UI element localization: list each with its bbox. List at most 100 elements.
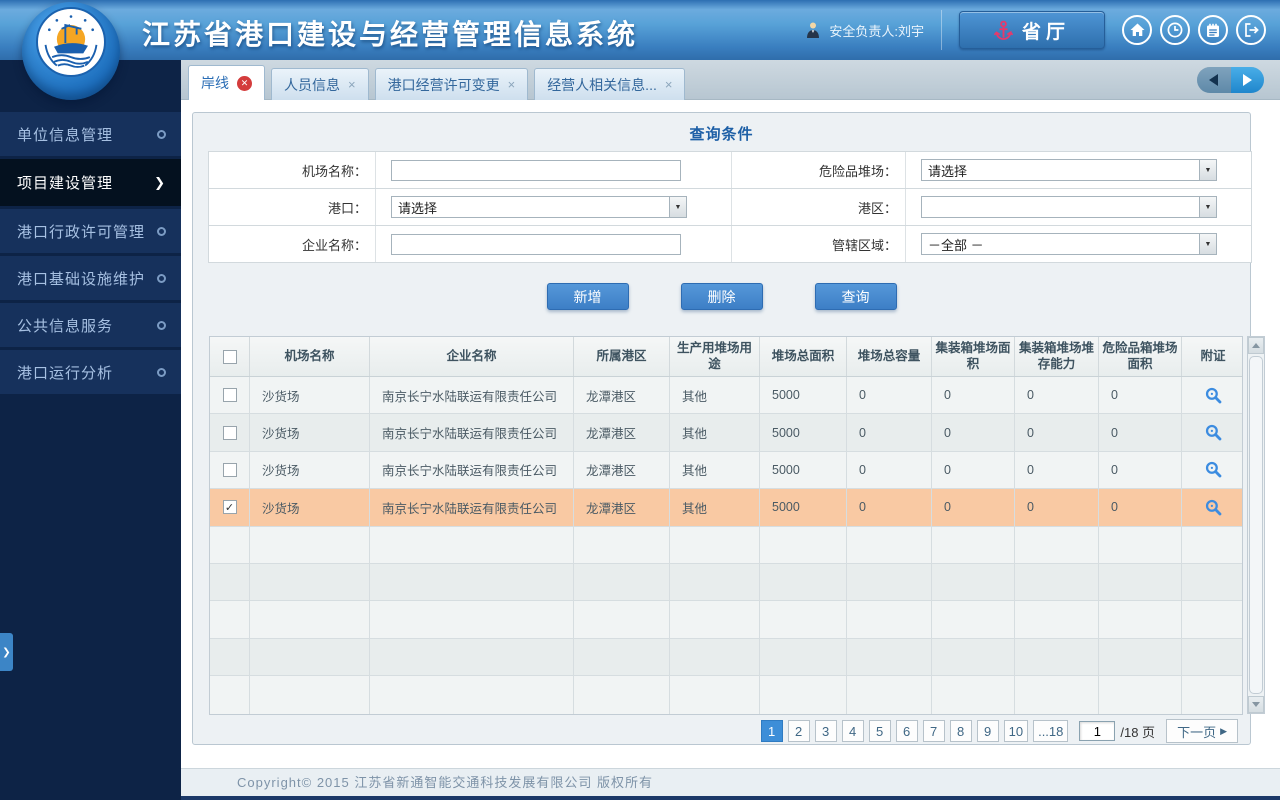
page-button-7[interactable]: 7 xyxy=(922,720,945,742)
scroll-up-icon[interactable] xyxy=(1248,337,1264,354)
sidebar-item-5[interactable]: 公共信息服务 xyxy=(0,303,181,347)
page-button-10[interactable]: 10 xyxy=(1003,720,1029,742)
magnifier-icon[interactable] xyxy=(1204,498,1223,517)
tab-label: 港口经营许可变更 xyxy=(387,76,500,93)
tab-close-icon[interactable]: × xyxy=(348,77,356,92)
sidebar-expander[interactable]: ❯ xyxy=(0,633,13,671)
company-name-input[interactable] xyxy=(391,233,681,255)
row-checkbox[interactable] xyxy=(222,425,237,440)
jurisdiction-select[interactable]: －全部 － ▼ xyxy=(921,233,1217,255)
empty-table-row xyxy=(210,638,1242,677)
next-page-label: 下一页 xyxy=(1177,724,1217,740)
sidebar-item-3[interactable]: 港口行政许可管理 xyxy=(0,209,181,253)
page-button-3[interactable]: 3 xyxy=(814,720,837,742)
next-page-button[interactable]: 下一页 ▶ xyxy=(1166,719,1238,743)
empty-cell xyxy=(370,563,574,601)
tab-close-icon[interactable]: × xyxy=(665,77,673,92)
query-button[interactable]: 查询 xyxy=(814,283,897,310)
empty-cell xyxy=(1182,601,1244,637)
scrollbar-thumb[interactable] xyxy=(1249,356,1263,694)
table-cell: 其他 xyxy=(670,414,760,451)
tab-2[interactable]: 人员信息 × xyxy=(271,68,369,100)
table-row[interactable]: 沙货场 南京长宁水陆联运有限责任公司 龙潭港区 其他 5000 0 0 0 0 xyxy=(210,451,1242,490)
notepad-icon[interactable] xyxy=(1198,15,1228,45)
empty-cell xyxy=(1099,638,1182,676)
column-header: 所属港区 xyxy=(574,337,670,376)
empty-cell xyxy=(1182,676,1244,713)
column-header: 堆场总容量 xyxy=(847,337,932,376)
empty-cell xyxy=(670,601,760,638)
row-checkbox[interactable] xyxy=(222,388,237,403)
tab-1[interactable]: 岸线 ✕ xyxy=(188,65,265,100)
table-cell: 0 xyxy=(1015,414,1099,451)
sidebar-item-1[interactable]: 单位信息管理 xyxy=(0,112,181,156)
table-cell: 沙货场 xyxy=(250,451,370,489)
airport-name-input[interactable] xyxy=(391,159,681,181)
dangerous-goods-yard-select[interactable]: 请选择 ▼ xyxy=(921,159,1217,181)
tab-nav-forward-icon[interactable] xyxy=(1230,67,1264,93)
tab-3[interactable]: 港口经营许可变更 × xyxy=(374,68,529,100)
tab-4[interactable]: 经营人相关信息... × xyxy=(534,68,686,100)
select-all-checkbox[interactable] xyxy=(222,349,237,364)
bottom-strip xyxy=(181,796,1280,800)
copyright-text: Copyright© 2015 江苏省新通智能交通科技发展有限公司 版权所有 xyxy=(237,775,653,790)
page-button-5[interactable]: 5 xyxy=(868,720,891,742)
magnifier-icon[interactable] xyxy=(1204,423,1223,442)
sidebar-item-4[interactable]: 港口基础设施维护 xyxy=(0,256,181,300)
delete-button[interactable]: 删除 xyxy=(680,283,763,310)
table-cell: 0 xyxy=(1099,451,1182,489)
row-checkbox[interactable] xyxy=(222,462,237,477)
table-cell: 0 xyxy=(932,451,1015,489)
select-value: －全部 － xyxy=(928,237,984,253)
empty-cell xyxy=(932,676,1015,714)
jurisdiction-label: 管辖区域： xyxy=(732,226,906,262)
empty-cell xyxy=(847,676,932,714)
panel-title: 查询条件 xyxy=(689,126,754,143)
page-number-input[interactable] xyxy=(1079,721,1116,741)
table-row[interactable]: 沙货场 南京长宁水陆联运有限责任公司 龙潭港区 其他 5000 0 0 0 0 xyxy=(210,414,1242,452)
tab-strip: 岸线 ✕ 人员信息 × 港口经营许可变更 × 经营人相关信息... × xyxy=(181,60,1280,100)
select-all-cell xyxy=(210,337,250,376)
page-button-...18[interactable]: ...18 xyxy=(1033,720,1069,742)
tab-close-icon[interactable]: × xyxy=(508,77,516,92)
table-scrollbar[interactable] xyxy=(1247,336,1265,714)
circle-marker-icon xyxy=(157,273,166,283)
magnifier-icon[interactable] xyxy=(1204,460,1223,479)
clock-icon[interactable] xyxy=(1160,15,1190,45)
home-icon[interactable] xyxy=(1122,15,1152,45)
port-area-select[interactable]: ▼ xyxy=(921,196,1217,218)
province-hall-button[interactable]: 省厅 xyxy=(959,11,1105,49)
magnifier-icon[interactable] xyxy=(1204,386,1223,405)
sidebar-item-2[interactable]: 项目建设管理 ❯ xyxy=(0,159,181,206)
page-button-1[interactable]: 1 xyxy=(760,720,783,742)
row-checkbox[interactable]: ✓ xyxy=(222,500,237,515)
empty-cell xyxy=(250,676,370,714)
page-button-8[interactable]: 8 xyxy=(949,720,972,742)
tab-close-icon[interactable]: ✕ xyxy=(237,75,252,91)
table-row[interactable]: ✓ 沙货场 南京长宁水陆联运有限责任公司 龙潭港区 其他 5000 0 0 0 0 xyxy=(210,489,1242,527)
empty-cell xyxy=(1099,676,1182,714)
empty-cell xyxy=(574,526,670,563)
table-cell: 0 xyxy=(1015,377,1099,414)
table-cell: 0 xyxy=(932,414,1015,451)
page-button-4[interactable]: 4 xyxy=(841,720,864,742)
empty-cell xyxy=(250,601,370,638)
empty-table-row xyxy=(210,526,1242,564)
logout-icon[interactable] xyxy=(1236,15,1266,45)
sidebar-item-6[interactable]: 港口运行分析 xyxy=(0,350,181,394)
empty-cell xyxy=(932,638,1015,676)
page-button-9[interactable]: 9 xyxy=(976,720,999,742)
empty-cell xyxy=(932,601,1015,638)
page-button-2[interactable]: 2 xyxy=(787,720,810,742)
sidebar-item-label: 港口基础设施维护 xyxy=(17,270,146,288)
port-select[interactable]: 请选择 ▼ xyxy=(391,196,687,218)
page-button-6[interactable]: 6 xyxy=(895,720,918,742)
chevron-right-icon: ❯ xyxy=(154,174,166,190)
port-cell: 请选择 ▼ xyxy=(376,189,732,225)
add-button[interactable]: 新增 xyxy=(546,283,629,310)
empty-cell xyxy=(250,563,370,601)
empty-cell xyxy=(847,638,932,676)
scroll-down-icon[interactable] xyxy=(1248,696,1264,713)
tab-nav-back-icon[interactable] xyxy=(1197,67,1231,93)
table-row[interactable]: 沙货场 南京长宁水陆联运有限责任公司 龙潭港区 其他 5000 0 0 0 0 xyxy=(210,377,1242,415)
